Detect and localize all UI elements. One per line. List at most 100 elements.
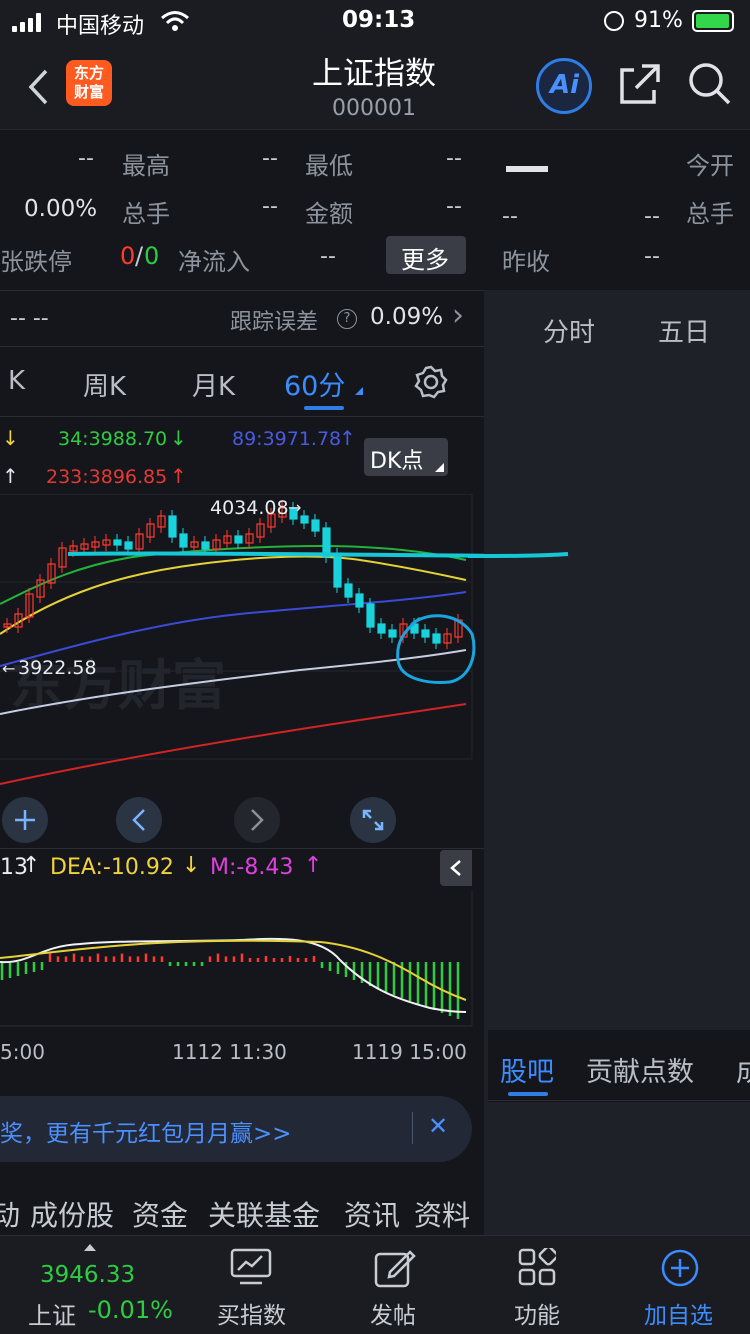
tab-contribution[interactable]: 贡献点数 xyxy=(586,1050,694,1089)
m-value: M:-8.43 xyxy=(210,855,294,880)
dropdown-triangle-icon xyxy=(355,387,363,395)
rotation-lock-icon xyxy=(604,11,624,31)
add-circle-icon xyxy=(661,1249,699,1287)
status-bar: 中国移动 09:13 91% xyxy=(0,0,750,44)
dea-line xyxy=(0,939,467,1001)
candle-body xyxy=(234,535,243,544)
banner-text[interactable]: 奖，更有千元红包月月赢>> xyxy=(0,1114,292,1148)
high-label: 4034.08 xyxy=(210,497,289,519)
tab-constituents[interactable]: 成份股 xyxy=(30,1194,114,1234)
tab-intraday[interactable]: 分时 xyxy=(543,312,595,349)
candle-body xyxy=(311,519,320,532)
price-placeholder: -- xyxy=(506,166,548,172)
stock-code: 000001 xyxy=(332,96,416,121)
chevron-left-icon xyxy=(450,860,461,876)
macd-chart xyxy=(0,890,473,1027)
candlestick-chart[interactable]: 东方财富 4034.08 → ← 3922.58 xyxy=(0,494,484,794)
candle-body xyxy=(432,633,441,644)
label-volume-right: 总手 xyxy=(686,200,734,228)
carrier-label: 中国移动 xyxy=(56,14,145,39)
active-tab-indicator xyxy=(304,406,344,410)
candle-body xyxy=(179,533,188,548)
candle-body xyxy=(124,541,133,550)
label-low: 最低 xyxy=(305,152,353,180)
battery-percent: 91% xyxy=(634,8,683,33)
add-watchlist-tab[interactable]: 加自选 xyxy=(628,1236,738,1334)
clock: 09:13 xyxy=(342,7,416,33)
label-volume: 总手 xyxy=(122,200,170,228)
collapse-panel-button[interactable] xyxy=(440,850,472,886)
label-high: 最高 xyxy=(122,152,170,180)
functions-tab[interactable]: 功能 xyxy=(492,1236,582,1334)
tab-change: -0.01% xyxy=(88,1296,173,1324)
scroll-right-button[interactable] xyxy=(234,797,280,843)
promo-banner[interactable]: 奖，更有千元红包月月赢>> ✕ xyxy=(0,1096,472,1162)
candles-group xyxy=(3,502,463,649)
candle-body xyxy=(355,593,364,608)
tab-k[interactable]: K xyxy=(8,366,25,396)
ai-button[interactable]: Ai xyxy=(536,58,592,114)
tab-index-name: 上证 xyxy=(28,1302,76,1330)
page-title: 上证指数 xyxy=(312,56,436,92)
time-label-start: 5:00 xyxy=(0,1040,45,1064)
chevron-right-icon[interactable]: › xyxy=(452,298,464,333)
gear-icon[interactable] xyxy=(413,364,449,400)
tab-info-0[interactable]: 动 xyxy=(0,1194,20,1234)
tab-60min[interactable]: 60分 xyxy=(284,364,345,403)
candle-body xyxy=(333,553,342,588)
tab-news[interactable]: 资讯 xyxy=(344,1194,400,1234)
scroll-left-button[interactable] xyxy=(116,797,162,843)
label-prev-close: 昨收 xyxy=(502,248,550,276)
search-icon[interactable] xyxy=(686,60,732,106)
index-quote-tab[interactable]: 3946.33 上证 -0.01% xyxy=(0,1236,176,1334)
dk-button[interactable]: DK点 xyxy=(364,438,448,476)
candle-body xyxy=(366,603,375,628)
tab-guba[interactable]: 股吧 xyxy=(500,1050,554,1089)
expand-icon xyxy=(362,809,384,831)
share-icon[interactable] xyxy=(618,62,662,106)
grid-icon xyxy=(518,1248,556,1286)
candle-body xyxy=(201,541,210,550)
tab-price: 3946.33 xyxy=(40,1262,136,1288)
tab-funds-flow[interactable]: 资金 xyxy=(132,1194,188,1234)
wifi-icon xyxy=(161,11,189,31)
post-tab[interactable]: 发帖 xyxy=(350,1236,440,1334)
candle-body xyxy=(421,629,430,638)
buy-index-tab[interactable]: 买指数 xyxy=(200,1236,310,1334)
fullscreen-button[interactable] xyxy=(350,797,396,843)
more-button[interactable]: 更多 xyxy=(386,236,466,274)
macd-histogram xyxy=(0,953,460,1019)
back-icon[interactable] xyxy=(26,68,50,106)
guba-indicator xyxy=(508,1092,548,1096)
candle-body xyxy=(300,515,309,524)
high-arrow: → xyxy=(288,498,301,517)
zoom-in-button[interactable] xyxy=(2,797,48,843)
signal-icon xyxy=(12,12,46,32)
tab-week[interactable]: 周K xyxy=(83,366,126,403)
chevron-right-icon xyxy=(251,809,264,831)
tab-five-day[interactable]: 五日 xyxy=(658,312,710,349)
ma-line-yellow xyxy=(0,555,467,635)
ma34-value: 34:3988.70 xyxy=(58,428,168,450)
label-netflow: 净流入 xyxy=(178,248,250,276)
chart-icon xyxy=(230,1248,272,1285)
close-icon[interactable]: ✕ xyxy=(428,1112,448,1140)
time-label-mid: 1112 11:30 xyxy=(172,1040,287,1064)
bottom-tab-bar: 3946.33 上证 -0.01% 买指数 发帖 功能 加自选 xyxy=(0,1235,750,1334)
help-icon[interactable]: ? xyxy=(337,309,357,329)
tracking-error-label: 跟踪误差 xyxy=(230,310,319,335)
time-label-end: 1119 15:00 xyxy=(352,1040,467,1064)
candle-body xyxy=(377,623,386,634)
tab-profile[interactable]: 资料 xyxy=(414,1194,470,1234)
dea-value: DEA:-10.92 xyxy=(50,855,174,880)
tracking-error-value: 0.09% xyxy=(370,304,444,330)
candle-body xyxy=(168,515,177,538)
label-amount: 金额 xyxy=(305,200,353,228)
limit-up-count: 0 xyxy=(120,242,136,270)
low-label: 3922.58 xyxy=(18,657,97,679)
expand-up-icon xyxy=(84,1244,96,1251)
app-logo: 东方 财富 xyxy=(66,60,112,106)
tab-related-funds[interactable]: 关联基金 xyxy=(208,1194,320,1234)
ma233-value: 233:3896.85 xyxy=(46,466,168,488)
tab-month[interactable]: 月K xyxy=(192,366,235,403)
